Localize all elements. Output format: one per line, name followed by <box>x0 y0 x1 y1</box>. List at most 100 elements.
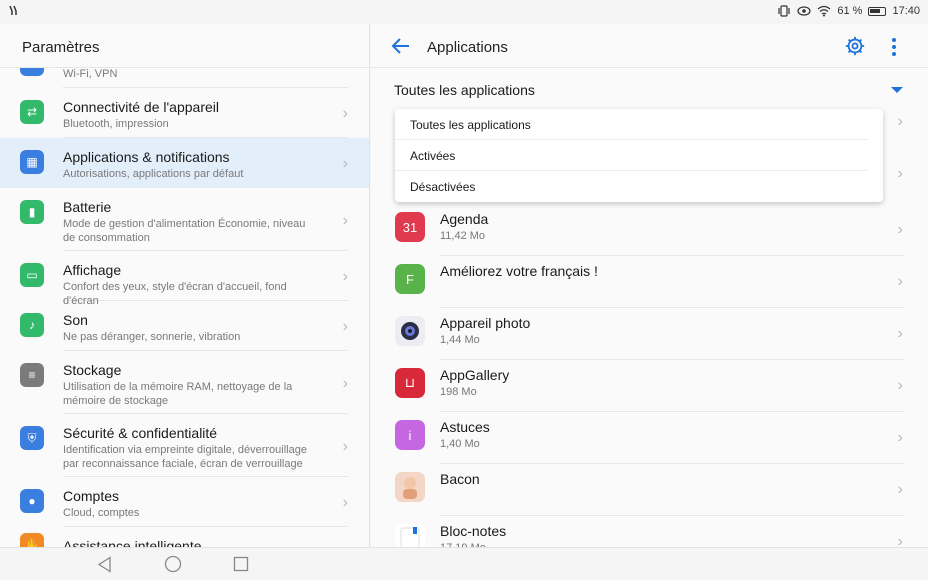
settings-list[interactable]: ⇅Wi-Fi, VPN⇄Connectivité de l'appareilBl… <box>0 52 369 547</box>
notepad-icon <box>395 524 425 547</box>
chevron-right-icon: › <box>342 437 348 455</box>
settings-item-title: Assistance intelligente <box>63 538 202 547</box>
settings-panel: ⇅Wi-Fi, VPN⇄Connectivité de l'appareilBl… <box>0 24 370 547</box>
bacon-icon <box>395 472 425 502</box>
settings-item-9[interactable]: ✋ Assistance intelligente <box>0 527 369 547</box>
tips-icon: i <box>395 420 425 450</box>
chevron-right-icon: › <box>897 377 903 394</box>
settings-item-5[interactable]: ♪ Son Ne pas déranger, sonnerie, vibration… <box>0 301 369 351</box>
settings-item-1[interactable]: ⇄ Connectivité de l'appareil Bluetooth, im… <box>0 88 369 138</box>
settings-item-title: Affichage <box>63 262 122 278</box>
filter-dropdown-menu: Toutes les applications Activées Désacti… <box>395 109 883 202</box>
settings-item-8[interactable]: ● Comptes Cloud, comptes › <box>0 477 369 527</box>
appgallery-icon: ⊔ <box>395 368 425 398</box>
app-item[interactable]: F Améliorez votre français ! › <box>371 256 928 308</box>
settings-item-7[interactable]: ⛨ Sécurité & confidentialité Identificatio… <box>0 414 369 477</box>
app-item[interactable]: Bloc-notes17,19 Mo› <box>371 516 928 547</box>
dropdown-option-enabled[interactable]: Activées <box>395 140 868 171</box>
chevron-right-icon: › <box>342 268 348 285</box>
settings-item-3[interactable]: ▮ Batterie Mode de gestion d'alimentation … <box>0 188 369 251</box>
settings-item-subtitle: Wi-Fi, VPN <box>63 68 118 80</box>
app-size: 11,42 Mo <box>440 230 486 242</box>
recents-nav-icon[interactable] <box>233 556 249 572</box>
app-item[interactable]: 31 Agenda 11,42 Mo › <box>371 204 928 256</box>
settings-item-subtitle: Mode de gestion d'alimentation Économie,… <box>63 218 306 244</box>
chevron-right-icon: › <box>897 221 903 238</box>
chevron-right-icon: › <box>342 374 348 392</box>
sound-icon: ♪ <box>20 313 44 337</box>
app-item[interactable]: i Astuces 1,40 Mo › <box>371 412 928 464</box>
app-name: Appareil photo <box>440 315 531 331</box>
settings-item-title: Son <box>63 312 88 328</box>
wifi-icon <box>817 5 831 17</box>
camera-icon <box>395 316 425 346</box>
settings-item-6[interactable]: ≡ Stockage Utilisation de la mémoire RAM, … <box>0 351 369 414</box>
settings-item-subtitle: Identification via empreinte digitale, d… <box>63 444 307 470</box>
chevron-right-icon: › <box>897 325 903 342</box>
back-arrow-icon[interactable] <box>389 34 413 58</box>
chevron-right-icon: › <box>897 533 903 547</box>
french-book-icon: F <box>395 264 425 294</box>
settings-item-title: Applications & notifications <box>63 149 230 165</box>
chevron-right-icon: › <box>342 318 348 335</box>
app-name: Agenda <box>440 211 489 227</box>
settings-item-title: Connectivité de l'appareil <box>63 99 219 115</box>
battery-icon: ▮ <box>20 200 44 224</box>
settings-header: Paramètres <box>0 24 369 68</box>
settings-item-title: Sécurité & confidentialité <box>63 425 218 441</box>
app-name: Bloc-notes <box>440 523 507 539</box>
settings-item-subtitle: Cloud, comptes <box>63 507 140 519</box>
settings-item-4[interactable]: ▭ Affichage Confort des yeux, style d'écra… <box>0 251 369 307</box>
app-size: 198 Mo <box>440 386 477 398</box>
applications-title: Applications <box>427 39 508 56</box>
caret-down-icon[interactable] <box>891 87 903 93</box>
calendar-icon: 31 <box>395 212 425 242</box>
app-list: 31 Agenda 11,42 Mo › F Améliorez votre frança… <box>371 204 928 547</box>
storage-icon: ≡ <box>20 363 44 387</box>
chevron-right-icon: › <box>897 481 903 498</box>
display-icon: ▭ <box>20 263 44 287</box>
settings-item-title: Stockage <box>63 362 122 378</box>
app-item[interactable]: Appareil photo 1,44 Mo › <box>371 308 928 360</box>
applications-header: Applications <box>371 24 928 68</box>
page-title: Paramètres <box>22 39 100 56</box>
navigation-bar <box>0 547 928 580</box>
settings-item-subtitle: Bluetooth, impression <box>63 118 169 130</box>
chevron-right-icon: › <box>897 429 903 446</box>
vibrate-icon <box>778 5 790 17</box>
app-icon-glyph: F <box>406 271 414 287</box>
chevron-right-icon: › <box>897 273 903 290</box>
dropdown-option-all[interactable]: Toutes les applications <box>395 109 868 140</box>
app-size: 1,40 Mo <box>440 438 480 450</box>
chevron-right-icon: › <box>342 211 348 229</box>
dropdown-option-disabled[interactable]: Désactivées <box>395 171 868 202</box>
app-filter-select[interactable]: Toutes les applications <box>394 82 535 98</box>
settings-item-2[interactable]: ▦ Applications & notifications Autorisatio… <box>0 138 369 188</box>
settings-item-subtitle: Autorisations, applications par défaut <box>63 168 244 180</box>
chevron-right-icon: › <box>342 494 348 511</box>
settings-item-title: Batterie <box>63 199 112 215</box>
device-connectivity-icon: ⇄ <box>20 100 44 124</box>
chevron-right-icon: › <box>342 155 348 172</box>
app-icon-glyph: ⊔ <box>404 375 416 390</box>
settings-item-subtitle: Utilisation de la mémoire RAM, nettoyage… <box>63 381 293 407</box>
app-name: Astuces <box>440 419 490 435</box>
back-nav-icon[interactable] <box>97 556 113 573</box>
battery-percent: 61 % <box>837 5 863 17</box>
clock: 17:40 <box>892 5 920 17</box>
gear-icon[interactable] <box>844 35 866 57</box>
app-item[interactable]: Bacon › <box>371 464 928 516</box>
home-nav-icon[interactable] <box>164 555 182 573</box>
app-name: AppGallery <box>440 367 510 383</box>
chevron-right-icon: › <box>342 105 348 122</box>
app-name: Améliorez votre français ! <box>440 263 598 279</box>
app-item[interactable]: ⊔ AppGallery 198 Mo › <box>371 360 928 412</box>
app-icon-glyph: 31 <box>402 219 418 235</box>
signal-icon <box>8 5 20 20</box>
battery-icon <box>868 6 887 16</box>
chevron-right-icon: › <box>897 113 903 130</box>
more-options-icon[interactable] <box>886 36 902 58</box>
chevron-right-icon: › <box>897 165 903 182</box>
app-icon-glyph: i <box>408 427 412 443</box>
app-size: 1,44 Mo <box>440 334 480 346</box>
